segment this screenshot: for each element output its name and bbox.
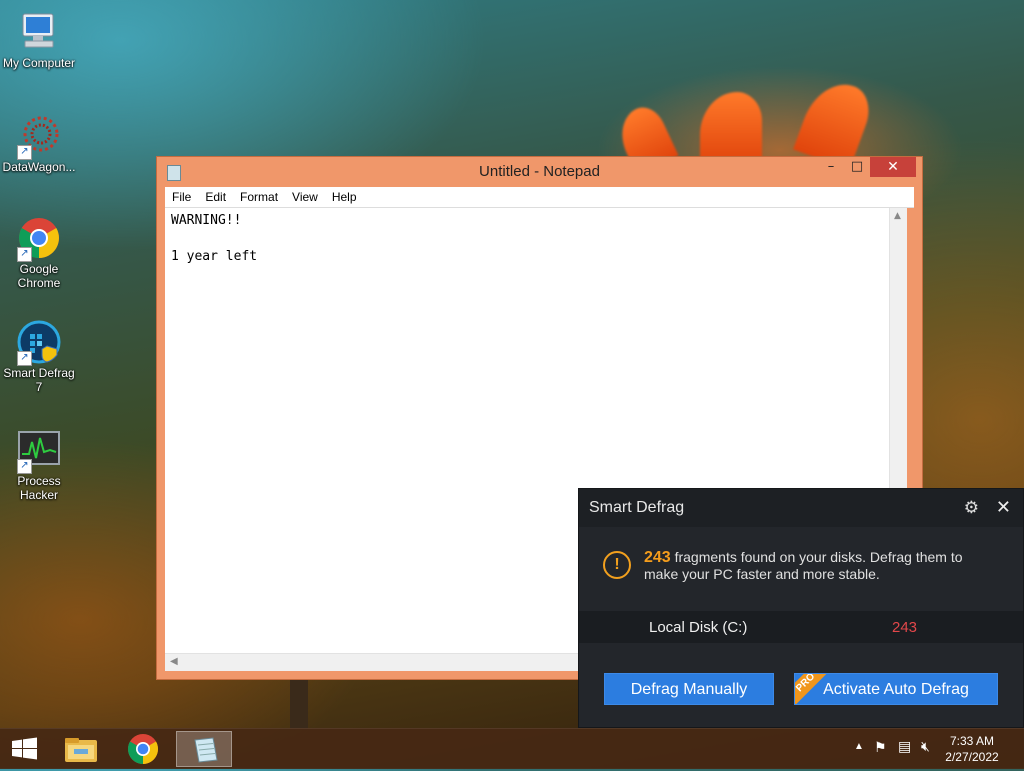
desktop-icon-label: My Computer [2,56,76,70]
notepad-title: Untitled - Notepad [479,163,600,180]
gear-icon[interactable]: ⚙ [964,498,979,518]
scroll-up-icon[interactable]: ▲ [894,211,901,221]
taskbar: ▲ ⚑ ▤ 🔇︎ 7:33 AM 2/27/2022 [0,728,1024,769]
menu-view[interactable]: View [285,187,325,207]
menu-bar: File Edit Format View Help [165,187,914,208]
desktop-icon-smart-defrag[interactable]: ↗ Smart Defrag 7 [0,320,78,394]
desktop-icon-label: DataWagon... [2,160,76,174]
menu-format[interactable]: Format [233,187,285,207]
fragment-count: 243 [644,549,671,566]
folder-icon [65,738,97,762]
computer-icon [17,10,61,54]
desktop-icon-label: Google Chrome [17,262,61,290]
clock[interactable]: 7:33 AM 2/27/2022 [942,733,1002,765]
desktop-icon-datawagon[interactable]: ↗ DataWagon... [0,114,78,174]
desktop-icon-label: Smart Defrag 7 [3,366,75,394]
shortcut-arrow-icon: ↗ [17,459,32,474]
defrag-manually-button[interactable]: Defrag Manually [604,673,774,705]
taskbar-notepad[interactable] [176,731,232,767]
close-button[interactable]: ✕ [870,157,916,177]
network-icon[interactable]: ▤ [898,738,911,755]
activate-auto-defrag-label: Activate Auto Defrag [823,681,969,698]
chrome-icon [127,734,159,764]
chrome-icon: ↗ [17,216,61,262]
minimize-button[interactable]: – [818,157,844,177]
windows-logo-icon [12,737,37,760]
clock-date: 2/27/2022 [945,750,999,764]
clock-time: 7:33 AM [949,734,995,748]
message-text: fragments found on your disks. Defrag th… [644,549,963,582]
shortcut-arrow-icon: ↗ [17,351,32,366]
taskbar-file-explorer[interactable] [54,731,110,767]
desktop-icon-google-chrome[interactable]: ↗ Google Chrome [0,216,78,290]
maximize-button[interactable]: □ [844,157,870,177]
shortcut-arrow-icon: ↗ [17,145,32,160]
menu-file[interactable]: File [165,187,198,207]
scroll-left-icon[interactable]: ◀ [170,656,178,667]
process-hacker-icon: ↗ [17,428,61,474]
wallpaper-stem [290,680,308,730]
start-button[interactable] [0,731,56,767]
menu-edit[interactable]: Edit [198,187,233,207]
smart-defrag-icon: ↗ [17,320,61,366]
shortcut-arrow-icon: ↗ [17,247,32,262]
disk-row: Local Disk (C:) 243 [579,611,1023,643]
disk-fragment-count: 243 [892,619,918,636]
wallpaper-petal [700,92,762,164]
fragments-message: 243 fragments found on your disks. Defra… [644,549,994,583]
taskbar-google-chrome[interactable] [115,731,171,767]
system-tray: ▲ ⚑ ▤ 🔇︎ 7:33 AM 2/27/2022 [844,729,1024,769]
desktop-icon-my-computer[interactable]: My Computer [0,10,78,70]
editor-content[interactable]: WARNING!! 1 year left [171,212,257,266]
volume-muted-icon[interactable]: 🔇︎ [921,738,930,755]
popup-header: Smart Defrag ⚙ ✕ [579,489,1023,527]
chevron-up-icon[interactable]: ▲ [854,741,864,752]
datawagon-icon: ↗ [17,114,61,160]
menu-help[interactable]: Help [325,187,364,207]
warning-icon: ! [603,551,631,579]
popup-title: Smart Defrag [589,499,685,516]
close-icon[interactable]: ✕ [996,497,1011,518]
desktop-icon-process-hacker[interactable]: ↗ Process Hacker [0,428,78,502]
notepad-icon [194,737,218,763]
action-center-flag-icon[interactable]: ⚑ [874,739,887,756]
window-controls: – □ ✕ [818,157,916,179]
smart-defrag-popup: Smart Defrag ⚙ ✕ ! 243 fragments found o… [578,488,1024,728]
desktop-icon-label: Process Hacker [17,474,61,502]
activate-auto-defrag-button[interactable]: PRO Activate Auto Defrag [794,673,998,705]
disk-name: Local Disk (C:) [649,619,748,636]
